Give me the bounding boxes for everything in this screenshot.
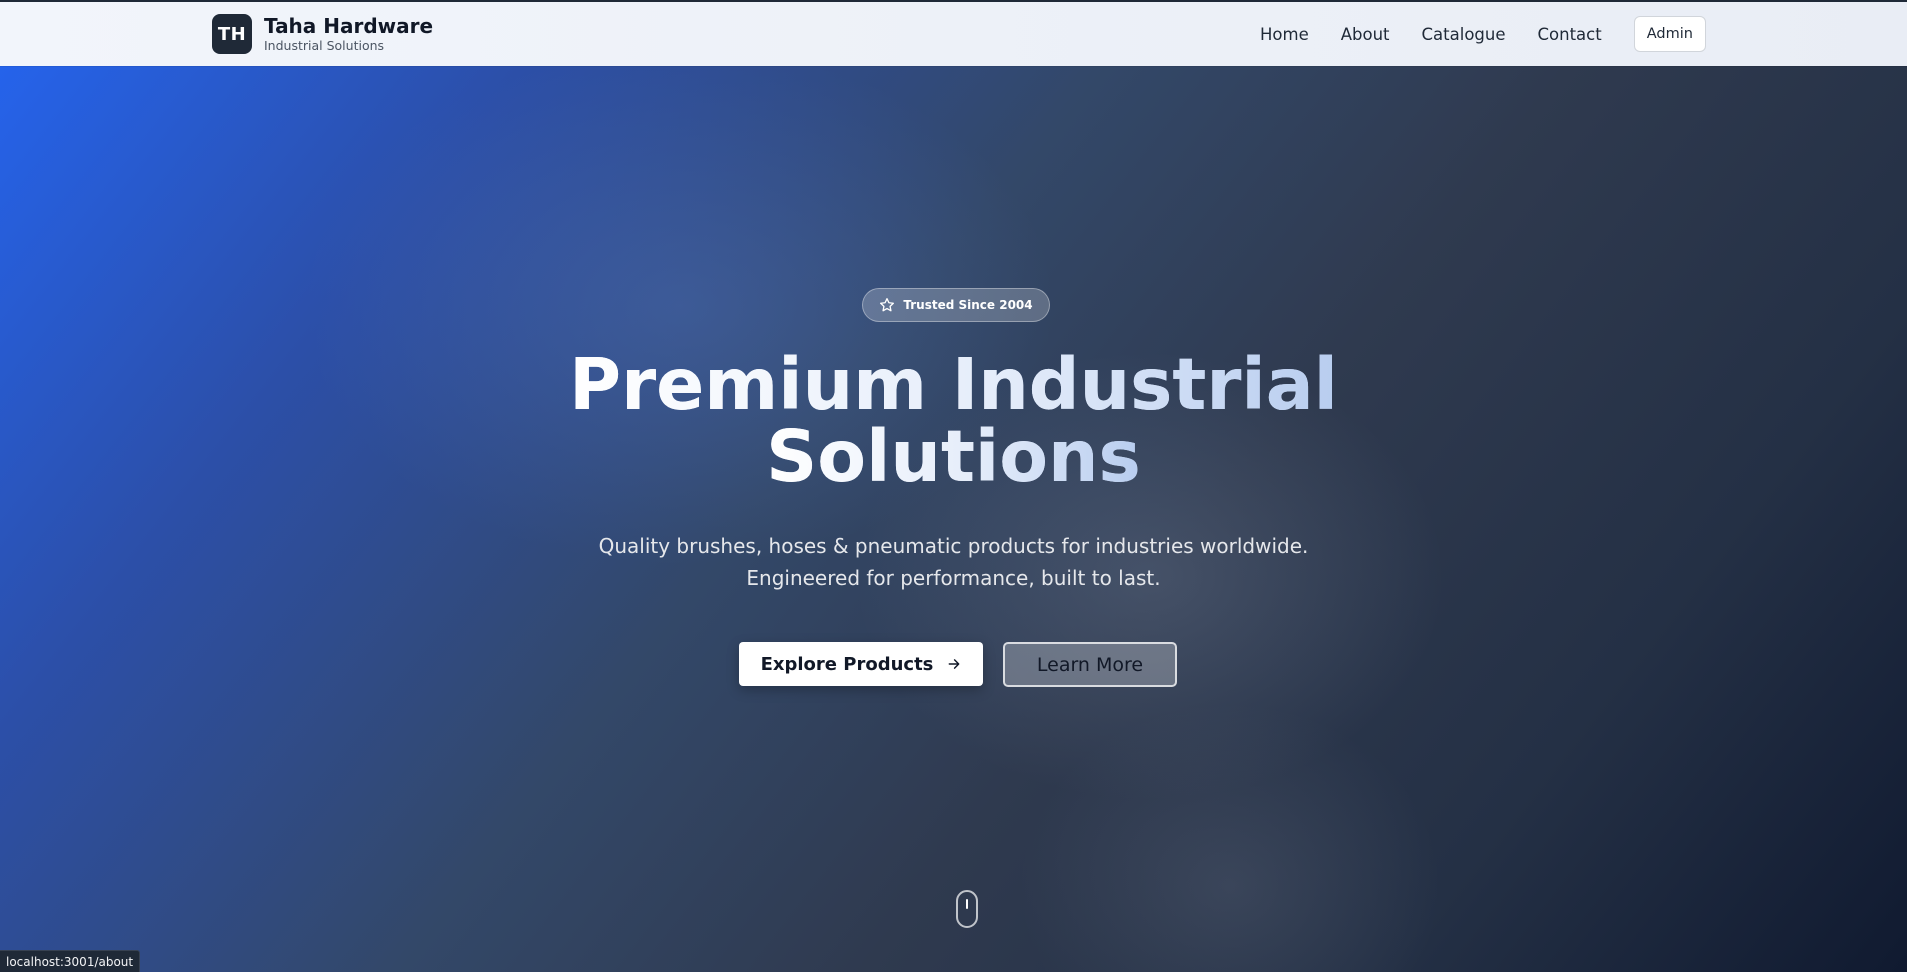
brand-logo[interactable]: TH (212, 14, 252, 54)
learn-more-label: Learn More (1036, 653, 1144, 676)
site-header: TH Taha Hardware Industrial Solutions Ho… (0, 2, 1907, 66)
mouse-scroll-icon[interactable] (956, 890, 978, 928)
hero-section: Trusted Since 2004 Premium Industrial So… (0, 66, 1907, 972)
brand-text: Taha Hardware Industrial Solutions (264, 14, 433, 54)
hero-title-line-2: Solutions (0, 421, 1907, 493)
explore-products-label: Explore Products (760, 653, 934, 675)
nav-link-contact[interactable]: Contact (1538, 25, 1602, 44)
hero-subtitle-line-1: Quality brushes, hoses & pneumatic produ… (598, 534, 1309, 558)
hero-title-text-1: Premium Industrial (569, 343, 1338, 426)
arrow-right-icon (947, 657, 961, 671)
main-nav: Home About Catalogue Contact Admin (1260, 16, 1706, 52)
brand-logo-text: TH (217, 23, 247, 45)
hero-title-text-2: Solutions (766, 415, 1141, 498)
nav-link-catalogue[interactable]: Catalogue (1422, 25, 1506, 44)
badge-text: Trusted Since 2004 (903, 298, 1033, 312)
scroll-indicator-dot (966, 899, 968, 909)
trusted-badge: Trusted Since 2004 (862, 288, 1050, 322)
browser-status-url: localhost:3001/about (0, 950, 141, 972)
learn-more-button[interactable]: Learn More (1003, 642, 1177, 687)
hero-subtitle-line-2: Engineered for performance, built to las… (746, 566, 1161, 590)
brand[interactable]: TH Taha Hardware Industrial Solutions (212, 14, 433, 54)
hero-title-line-1: Premium Industrial (0, 349, 1907, 421)
star-icon (879, 297, 895, 313)
brand-tagline: Industrial Solutions (264, 38, 385, 53)
nav-link-home[interactable]: Home (1260, 25, 1309, 44)
nav-link-about[interactable]: About (1341, 25, 1390, 44)
explore-products-button[interactable]: Explore Products (739, 642, 983, 686)
brand-name: Taha Hardware (264, 14, 434, 38)
admin-button[interactable]: Admin (1633, 16, 1706, 52)
